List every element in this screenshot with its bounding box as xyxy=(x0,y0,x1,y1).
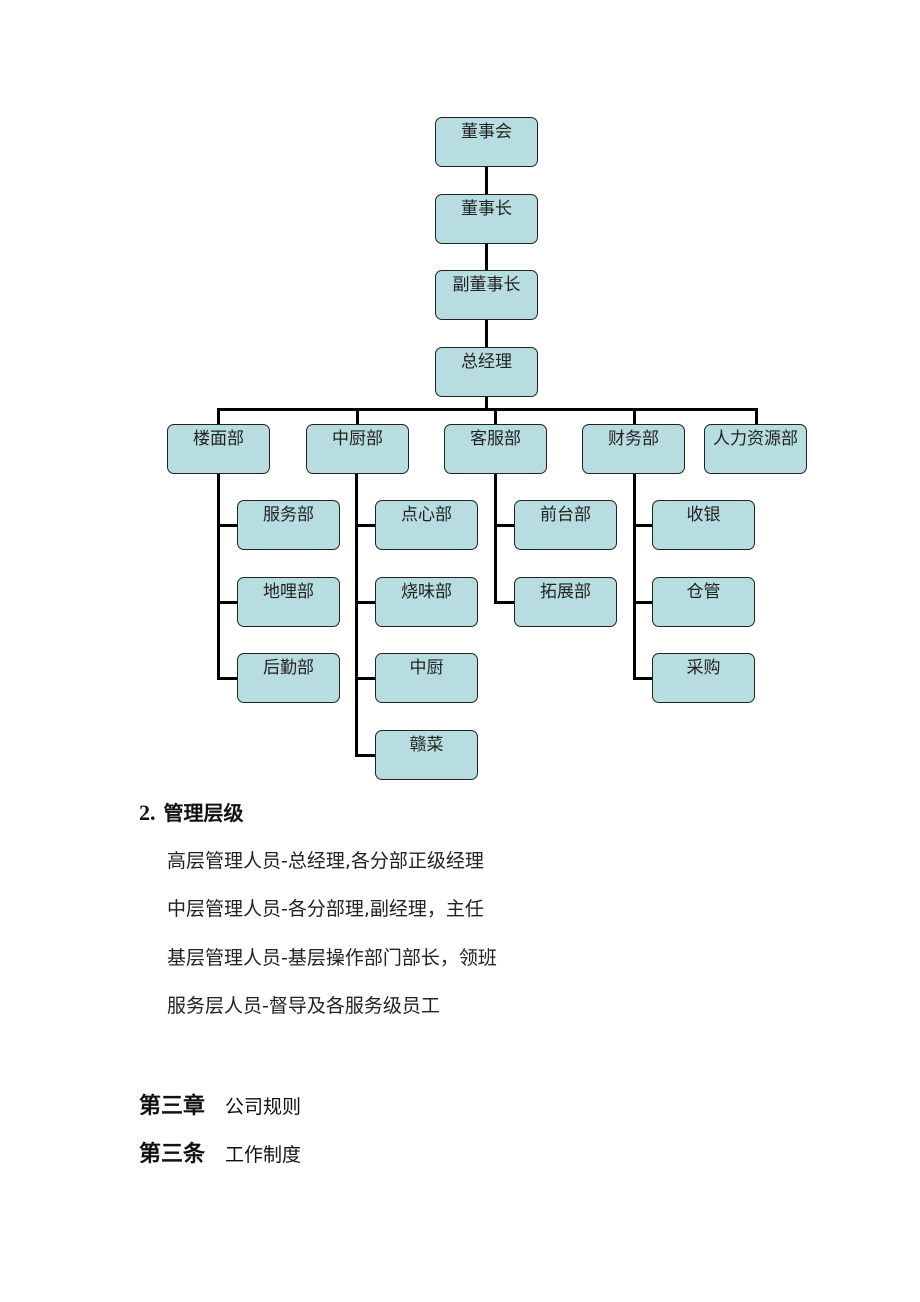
chapter-label: 第三章 xyxy=(139,1094,206,1119)
dept-box-finance: 财务部 xyxy=(582,424,685,474)
section-heading: 2. 管理层级 xyxy=(139,797,244,826)
connector-line xyxy=(356,408,359,424)
connector-line xyxy=(755,408,758,424)
sub-box: 拓展部 xyxy=(514,577,617,627)
org-box-chairman: 董事长 xyxy=(435,194,538,244)
connector-line xyxy=(355,474,358,757)
org-box-vice-chairman: 副董事长 xyxy=(435,270,538,320)
dept-box-hr: 人力资源部 xyxy=(704,424,807,474)
org-box-general-manager: 总经理 xyxy=(435,347,538,397)
sub-box: 收银 xyxy=(652,500,755,550)
connector-line xyxy=(633,474,636,680)
dept-box-kitchen: 中厨部 xyxy=(306,424,409,474)
connector-line xyxy=(217,408,220,424)
connector-line xyxy=(633,408,636,424)
hierarchy-line: 基层管理人员-基层操作部门部长，领班 xyxy=(167,947,497,969)
connector-line xyxy=(494,408,497,424)
hierarchy-line: 中层管理人员-各分部理,副经理，主任 xyxy=(167,898,484,920)
connector-line xyxy=(633,524,653,527)
article-title: 工作制度 xyxy=(225,1144,302,1166)
connector-line xyxy=(633,677,653,680)
connector-line xyxy=(217,408,758,411)
sub-box: 前台部 xyxy=(514,500,617,550)
connector-line xyxy=(494,524,514,527)
chapter-heading: 第三章 公司规则 xyxy=(139,1088,301,1120)
dept-box-floor: 楼面部 xyxy=(167,424,270,474)
section-title: 管理层级 xyxy=(163,801,244,825)
sub-box: 赣菜 xyxy=(375,730,478,780)
sub-box: 烧味部 xyxy=(375,577,478,627)
sub-box: 采购 xyxy=(652,653,755,703)
connector-line xyxy=(355,754,375,757)
sub-box: 地哩部 xyxy=(237,577,340,627)
sub-box: 后勤部 xyxy=(237,653,340,703)
sub-box: 点心部 xyxy=(375,500,478,550)
sub-box: 仓管 xyxy=(652,577,755,627)
connector-line xyxy=(355,524,375,527)
chapter-title: 公司规则 xyxy=(225,1096,302,1118)
connector-line xyxy=(217,474,220,680)
hierarchy-line: 服务层人员-督导及各服务级员工 xyxy=(167,995,440,1017)
sub-box: 服务部 xyxy=(237,500,340,550)
connector-line xyxy=(633,601,653,604)
connector-line xyxy=(217,601,237,604)
connector-line xyxy=(485,244,488,270)
connector-line xyxy=(485,320,488,347)
org-chart: 董事会 董事长 副董事长 总经理 楼面部 中厨部 客服部 财务部 人力资源部 服… xyxy=(0,0,920,790)
connector-line xyxy=(217,677,237,680)
org-box-board: 董事会 xyxy=(435,117,538,167)
dept-box-customer-service: 客服部 xyxy=(444,424,547,474)
connector-line xyxy=(355,601,375,604)
connector-line xyxy=(494,601,514,604)
connector-line xyxy=(485,167,488,194)
connector-line xyxy=(217,524,237,527)
article-heading: 第三条 工作制度 xyxy=(139,1136,301,1168)
hierarchy-line: 高层管理人员-总经理,各分部正级经理 xyxy=(167,850,484,872)
connector-line xyxy=(355,677,375,680)
article-label: 第三条 xyxy=(139,1142,206,1167)
section-number: 2. xyxy=(139,800,156,825)
connector-line xyxy=(494,474,497,603)
sub-box: 中厨 xyxy=(375,653,478,703)
